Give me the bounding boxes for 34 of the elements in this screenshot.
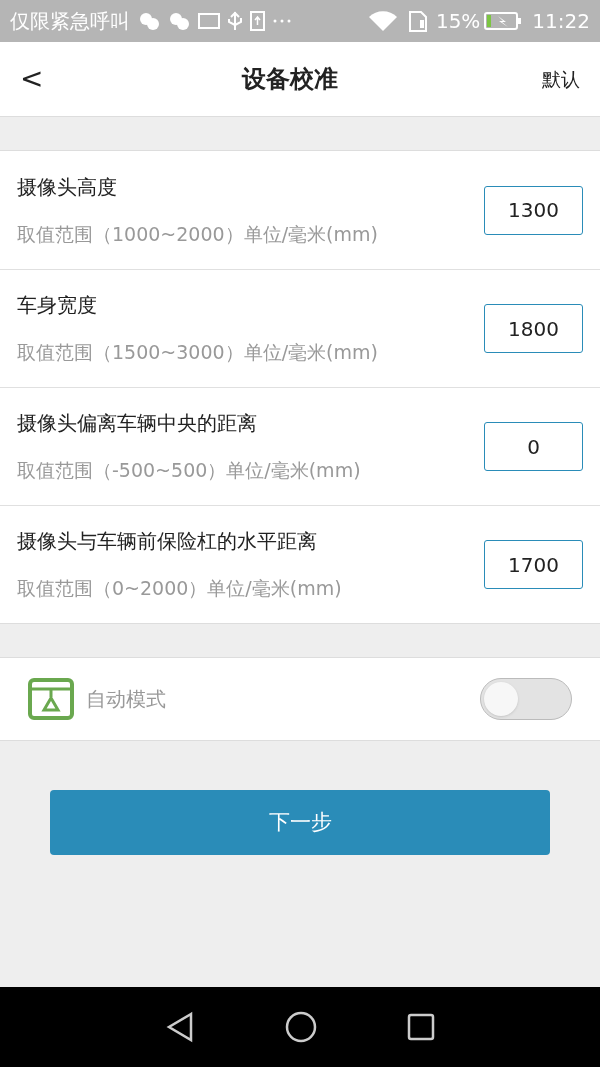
chat-icon — [138, 10, 160, 32]
home-nav-icon[interactable] — [285, 1011, 317, 1043]
field-label: 摄像头与车辆前保险杠的水平距离 — [17, 528, 318, 556]
usb-icon — [228, 11, 242, 31]
value-input[interactable]: 1800 — [484, 304, 583, 353]
clock-time: 11:22 — [532, 8, 590, 35]
battery-percent: 15% — [435, 8, 481, 35]
battery-icon — [484, 11, 523, 31]
toggle-switch[interactable] — [480, 678, 572, 720]
value-input[interactable]: 1700 — [484, 540, 583, 589]
wifi-icon — [367, 10, 398, 32]
range-hint: 取值范围（-500~500）单位/毫米(mm) — [17, 458, 362, 484]
sim-icon — [407, 10, 428, 32]
field-label: 车身宽度 — [17, 292, 98, 320]
carrier-text: 仅限紧急呼叫 — [10, 8, 130, 35]
field-label: 摄像头偏离车辆中央的距离 — [17, 410, 258, 438]
back-nav-icon[interactable] — [165, 1011, 195, 1043]
more-icon — [273, 19, 291, 23]
upload-icon — [250, 11, 265, 31]
page-title: 设备校准 — [242, 65, 338, 93]
back-button[interactable]: < — [20, 58, 60, 100]
screen-icon — [198, 13, 220, 29]
range-hint: 取值范围（1000~2000）单位/毫米(mm) — [17, 221, 379, 247]
value-input[interactable]: 1300 — [484, 185, 583, 235]
recents-nav-icon[interactable] — [407, 1013, 435, 1041]
value-input[interactable]: 0 — [484, 422, 583, 471]
auto-mode-icon — [28, 678, 74, 720]
range-hint: 取值范围（0~2000）单位/毫米(mm) — [17, 576, 343, 602]
auto-mode-label: 自动模式 — [86, 686, 167, 713]
field-label: 摄像头高度 — [17, 173, 118, 201]
default-button[interactable]: 默认 — [520, 64, 580, 94]
chat-icon — [168, 10, 190, 32]
next-button[interactable]: 下一步 — [50, 790, 550, 855]
range-hint: 取值范围（1500~3000）单位/毫米(mm) — [17, 340, 379, 366]
